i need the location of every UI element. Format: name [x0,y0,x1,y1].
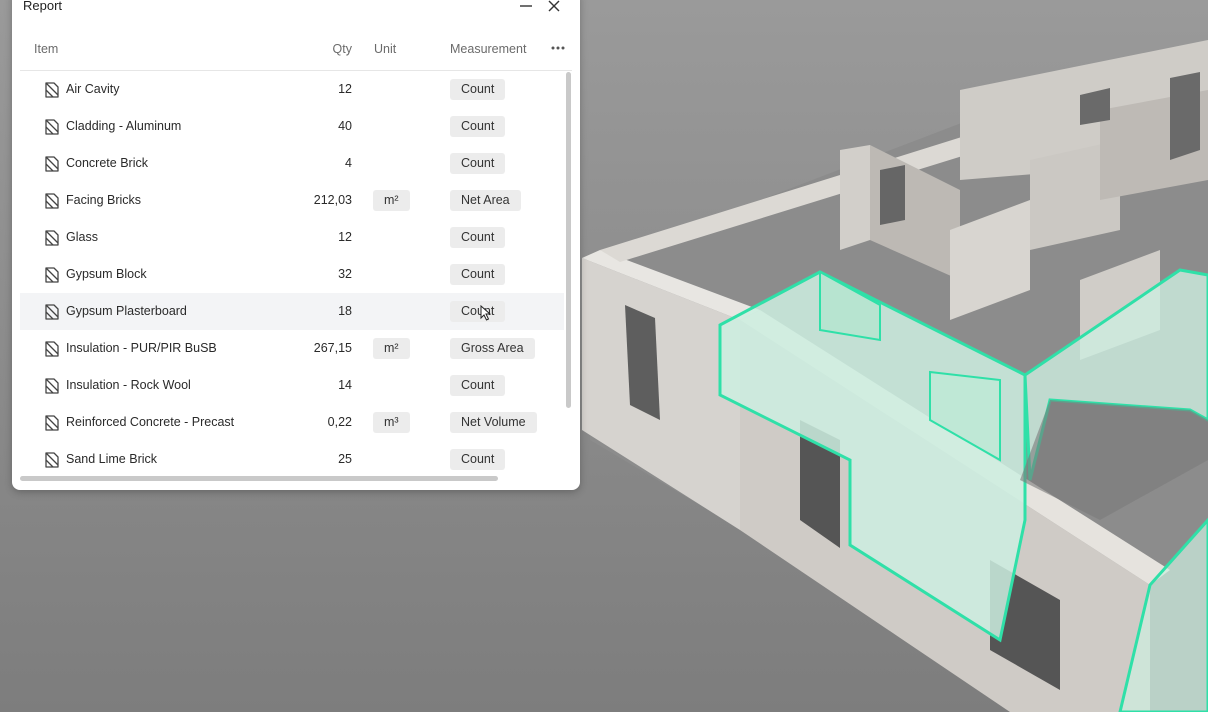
measurement-badge[interactable]: Count [450,375,506,396]
row-item-name: Gypsum Plasterboard [66,304,187,318]
measurement-badge[interactable]: Net Area [450,190,521,211]
unit-badge[interactable]: m² [373,190,410,211]
vertical-scrollbar[interactable] [566,72,571,408]
row-item-name: Sand Lime Brick [66,452,158,466]
measurement-badge[interactable]: Count [450,227,506,248]
row-item-name: Insulation - Rock Wool [66,378,191,392]
table-row[interactable]: Gypsum Plasterboard 18 Count [20,293,564,330]
material-icon [45,452,59,468]
column-header-unit[interactable]: Unit [374,42,396,56]
table-row[interactable]: Gypsum Block 32 Count [20,256,564,293]
row-qty: 18 [338,304,352,318]
measurement-badge[interactable]: Gross Area [450,338,535,359]
material-icon [45,119,59,135]
unit-badge[interactable]: m² [373,338,410,359]
row-item-name: Cladding - Aluminum [66,119,182,133]
row-qty: 267,15 [313,341,352,355]
material-icon [45,230,59,246]
material-icon [45,193,59,209]
material-icon [45,415,59,431]
column-header-item[interactable]: Item [34,42,58,56]
table-row[interactable]: Cladding - Aluminum 40 Count [20,108,564,145]
row-qty: 0,22 [327,415,352,429]
close-button[interactable] [544,0,564,16]
row-qty: 4 [345,156,352,170]
table-row[interactable]: Concrete Brick 4 Count [20,145,564,182]
measurement-badge[interactable]: Count [450,116,506,137]
row-qty: 40 [338,119,352,133]
row-item-name: Concrete Brick [66,156,148,170]
table-row[interactable]: Insulation - PUR/PIR BuSB 267,15 m² Gross A… [20,330,564,367]
panel-title: Report [23,0,63,13]
material-icon [45,82,59,98]
minimize-button[interactable] [516,0,536,16]
row-item-name: Facing Bricks [66,193,142,207]
horizontal-scrollbar[interactable] [20,476,498,481]
row-item-name: Gypsum Block [66,267,147,281]
report-panel: Report Item Qty Unit Measurement Air Cav… [12,0,580,490]
column-header-measurement[interactable]: Measurement [450,42,526,56]
material-icon [45,378,59,394]
close-icon [548,0,560,12]
measurement-badge[interactable]: Count [450,79,506,100]
measurement-badge[interactable]: Net Volume [450,412,537,433]
row-qty: 12 [338,230,352,244]
title-bar[interactable]: Report [12,0,580,20]
measurement-badge[interactable]: Count [450,301,506,322]
unit-badge[interactable]: m³ [373,412,410,433]
row-qty: 212,03 [313,193,352,207]
table-row[interactable]: Glass 12 Count [20,219,564,256]
row-item-name: Glass [66,230,98,244]
report-rows: Air Cavity 12 Count Cladding - Aluminum 40 Co… [20,71,564,478]
measurement-badge[interactable]: Count [450,153,506,174]
column-header-qty[interactable]: Qty [310,42,352,56]
row-qty: 12 [338,82,352,96]
more-options-button[interactable] [548,38,568,58]
material-icon [45,156,59,172]
minimize-icon [520,5,532,7]
more-horizontal-icon [551,46,565,50]
measurement-badge[interactable]: Count [450,449,506,470]
material-icon [45,341,59,357]
table-row[interactable]: Insulation - Rock Wool 14 Count [20,367,564,404]
row-qty: 14 [338,378,352,392]
row-item-name: Air Cavity [66,82,120,96]
row-item-name: Reinforced Concrete - Precast [66,415,235,429]
measurement-badge[interactable]: Count [450,264,506,285]
row-qty: 25 [338,452,352,466]
table-header: Item Qty Unit Measurement [20,30,572,71]
material-icon [45,304,59,320]
material-icon [45,267,59,283]
row-item-name: Insulation - PUR/PIR BuSB [66,341,217,355]
table-row[interactable]: Air Cavity 12 Count [20,71,564,108]
table-row[interactable]: Sand Lime Brick 25 Count [20,441,564,478]
row-qty: 32 [338,267,352,281]
table-row[interactable]: Facing Bricks 212,03 m² Net Area [20,182,564,219]
table-row[interactable]: Reinforced Concrete - Precast 0,22 m³ Net V… [20,404,564,441]
